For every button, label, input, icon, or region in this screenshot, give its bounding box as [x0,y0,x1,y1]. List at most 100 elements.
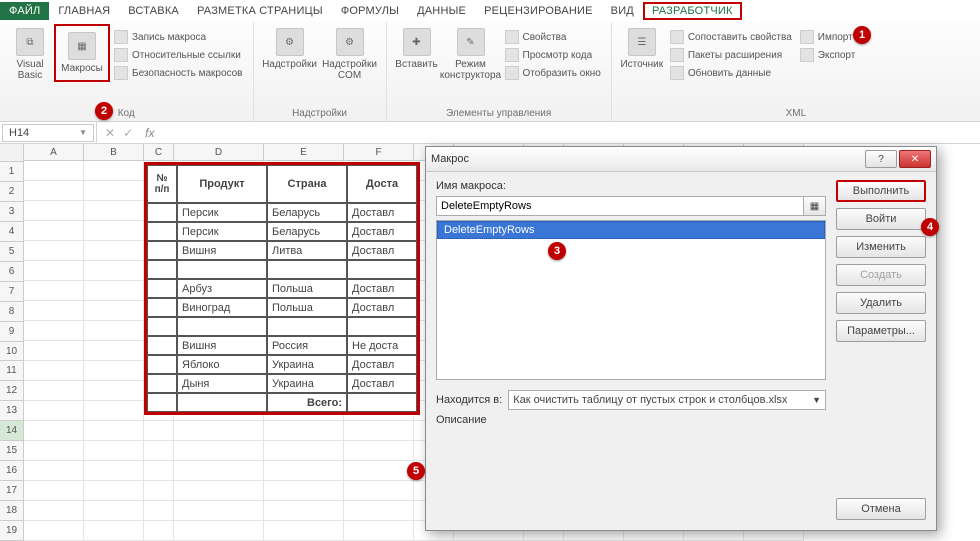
grid-cell[interactable] [24,261,84,281]
grid-cell[interactable] [264,501,344,521]
table-cell[interactable] [147,298,177,317]
grid-cell[interactable] [84,361,144,381]
macro-security-link[interactable]: Безопасность макросов [114,66,243,80]
grid-cell[interactable] [144,501,174,521]
row-header[interactable]: 1 [0,162,24,182]
tab-data[interactable]: ДАННЫЕ [408,2,475,20]
grid-cell[interactable] [84,381,144,401]
table-cell[interactable] [347,317,417,336]
grid-cell[interactable] [84,421,144,441]
grid-cell[interactable] [24,401,84,421]
table-cell[interactable] [147,374,177,393]
row-header[interactable]: 13 [0,401,24,421]
grid-cell[interactable] [264,441,344,461]
grid-cell[interactable] [24,441,84,461]
table-cell[interactable] [347,393,417,412]
row-header[interactable]: 15 [0,441,24,461]
grid-cell[interactable] [24,281,84,301]
export-link[interactable]: Экспорт [800,48,856,62]
insert-control-button[interactable]: ✚ Вставить [393,24,441,74]
grid-cell[interactable] [24,521,84,541]
source-button[interactable]: ☰ Источник [618,24,666,74]
grid-cell[interactable] [84,201,144,221]
grid-cell[interactable] [84,441,144,461]
grid-cell[interactable] [144,461,174,481]
location-dropdown-icon[interactable]: ▼ [812,395,821,405]
grid-cell[interactable] [24,461,84,481]
row-header[interactable]: 10 [0,342,24,362]
table-cell[interactable]: Беларусь [267,222,347,241]
row-header[interactable]: 18 [0,501,24,521]
grid-cell[interactable] [264,521,344,541]
tab-file[interactable]: ФАЙЛ [0,2,49,20]
col-header[interactable]: F [344,144,414,161]
table-cell[interactable]: Литва [267,241,347,260]
row-header[interactable]: 5 [0,242,24,262]
table-cell[interactable]: Россия [267,336,347,355]
grid-cell[interactable] [24,241,84,261]
col-header[interactable]: D [174,144,264,161]
table-cell[interactable]: Доставл [347,298,417,317]
table-cell[interactable]: Польша [267,279,347,298]
grid-cell[interactable] [264,481,344,501]
dialog-titlebar[interactable]: Макрос ? ✕ [426,147,936,172]
grid-cell[interactable] [264,461,344,481]
table-cell[interactable]: Доставл [347,355,417,374]
tab-insert[interactable]: ВСТАВКА [119,2,188,20]
macros-button[interactable]: ▦ Макросы [58,28,106,78]
tab-layout[interactable]: РАЗМЕТКА СТРАНИЦЫ [188,2,332,20]
row-header[interactable]: 14 [0,421,24,441]
row-header[interactable]: 12 [0,381,24,401]
grid-cell[interactable] [174,441,264,461]
table-cell[interactable] [147,260,177,279]
table-cell[interactable]: Доставл [347,222,417,241]
cancel-button[interactable]: Отмена [836,498,926,520]
table-cell[interactable]: Доставл [347,374,417,393]
grid-cell[interactable] [84,281,144,301]
table-cell[interactable]: Персик [177,222,267,241]
table-cell[interactable]: Вишня [177,336,267,355]
row-header[interactable]: 16 [0,461,24,481]
grid-cell[interactable] [24,421,84,441]
row-header[interactable]: 19 [0,521,24,541]
tab-view[interactable]: ВИД [602,2,643,20]
table-cell[interactable]: Доставл [347,241,417,260]
table-cell[interactable]: Польша [267,298,347,317]
tab-formulas[interactable]: ФОРМУЛЫ [332,2,408,20]
table-cell[interactable] [267,260,347,279]
grid-cell[interactable] [84,221,144,241]
grid-cell[interactable] [144,481,174,501]
properties-link[interactable]: Свойства [505,30,601,44]
grid-cell[interactable] [84,341,144,361]
grid-cell[interactable] [24,381,84,401]
grid-cell[interactable] [24,161,84,181]
table-cell[interactable] [147,279,177,298]
show-window-link[interactable]: Отобразить окно [505,66,601,80]
row-header[interactable]: 9 [0,322,24,342]
grid-cell[interactable] [84,261,144,281]
grid-cell[interactable] [24,201,84,221]
table-cell[interactable]: Персик [177,203,267,222]
grid-cell[interactable] [84,461,144,481]
grid-cell[interactable] [84,181,144,201]
row-header[interactable]: 11 [0,361,24,381]
grid-cell[interactable] [24,181,84,201]
grid-cell[interactable] [344,481,414,501]
table-cell[interactable]: Беларусь [267,203,347,222]
row-header[interactable]: 4 [0,222,24,242]
table-cell[interactable] [147,222,177,241]
table-total-label[interactable]: Всего: [267,393,347,412]
grid-cell[interactable] [144,441,174,461]
row-header[interactable]: 2 [0,182,24,202]
grid-cell[interactable] [144,521,174,541]
grid-cell[interactable] [174,501,264,521]
design-mode-button[interactable]: ✎ Режим конструктора [441,24,501,85]
grid-cell[interactable] [84,521,144,541]
accept-formula-icon[interactable]: ✓ [123,126,133,140]
grid-cell[interactable] [344,421,414,441]
grid-cell[interactable] [84,241,144,261]
location-select[interactable]: Как очистить таблицу от пустых строк и с… [508,390,826,410]
grid-cell[interactable] [84,321,144,341]
table-cell[interactable]: Доставл [347,279,417,298]
table-cell[interactable] [177,393,267,412]
